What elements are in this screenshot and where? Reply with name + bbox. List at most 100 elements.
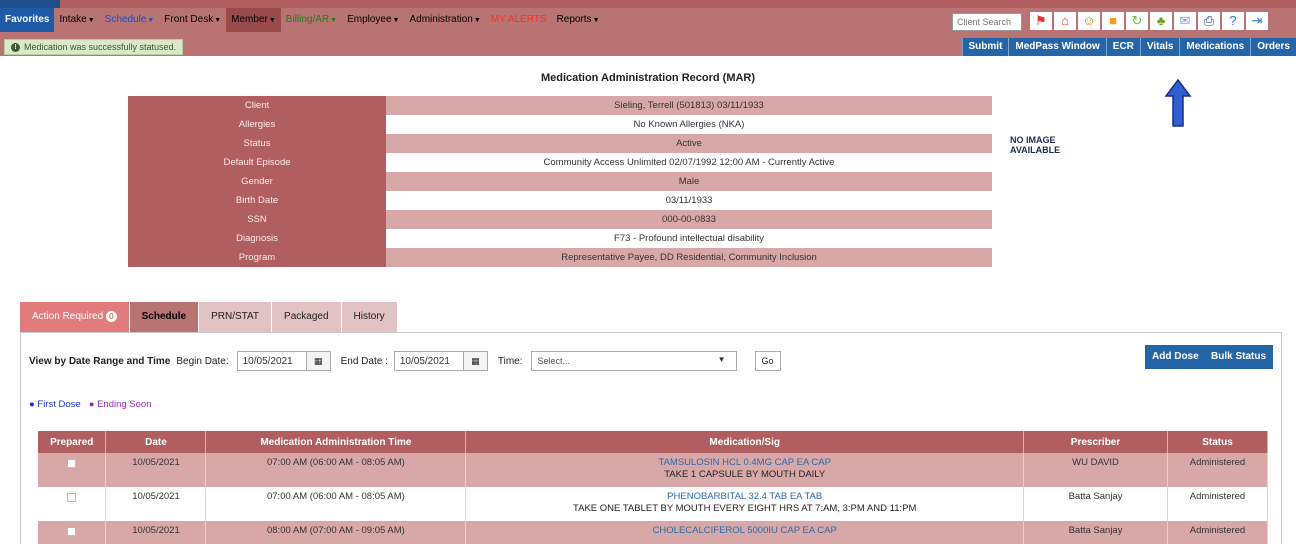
- mail-icon[interactable]: ✉: [1174, 12, 1196, 30]
- prescriber-cell: WU DAVID: [1023, 453, 1168, 487]
- no-image-line1: NO IMAGE: [1010, 135, 1056, 145]
- medication-sig: TAKE ONE TABLET BY MOUTH EVERY EIGHT HRS…: [573, 503, 917, 514]
- tab-schedule[interactable]: Schedule: [129, 302, 200, 332]
- prescriber-cell: Batta Sanjay: [1023, 521, 1168, 544]
- client-info-row: Gender Male: [128, 172, 992, 191]
- column-header[interactable]: Status: [1167, 431, 1268, 453]
- refresh-icon[interactable]: ↻: [1126, 12, 1148, 30]
- action-required-count: 0: [106, 311, 117, 322]
- vitals-button[interactable]: Vitals: [1139, 38, 1180, 56]
- nav-intake-label: Intake: [59, 14, 87, 25]
- ecr-button[interactable]: ECR: [1105, 38, 1140, 56]
- help-icon[interactable]: ?: [1222, 12, 1244, 30]
- main-nav: Favorites Intake▼ Schedule▼ Front Desk▼ …: [0, 8, 1296, 32]
- legend-first-dose: ● First Dose: [29, 399, 81, 410]
- time-select[interactable]: Select... ▼: [530, 351, 737, 371]
- nav-schedule[interactable]: Schedule▼: [100, 8, 160, 32]
- nav-reports[interactable]: Reports▼: [552, 8, 605, 32]
- status-cell: Administered: [1167, 521, 1268, 544]
- caret-down-icon: ▼: [147, 17, 155, 24]
- medication-link[interactable]: CHOLECALCIFEROL 5000IU CAP EA CAP: [653, 525, 837, 536]
- toolbar-icons: ⚑ ⌂ ☺ ■ ↻ ♣ ✉ ⎙ ? ⇥: [1030, 12, 1268, 30]
- calendar-icon[interactable]: ▦: [306, 351, 331, 371]
- caret-down-icon: ▼: [268, 17, 276, 24]
- nav-my-alerts[interactable]: MY ALERTS: [486, 8, 552, 32]
- tab-packaged[interactable]: Packaged: [272, 302, 342, 332]
- medications-button[interactable]: Medications: [1179, 38, 1251, 56]
- table-row: 10/05/2021 07:00 AM (06:00 AM - 08:05 AM)…: [38, 487, 1268, 521]
- calendar-icon[interactable]: ▦: [463, 351, 488, 371]
- tab-prn-stat[interactable]: PRN/STAT: [199, 302, 273, 332]
- begin-date-input[interactable]: [236, 351, 307, 371]
- medication-link[interactable]: PHENOBARBITAL 32.4 TAB EA TAB: [667, 491, 822, 502]
- users-icon[interactable]: ☺: [1078, 12, 1100, 30]
- client-info-value: Representative Payee, DD Residential, Co…: [386, 248, 992, 267]
- tree-icon[interactable]: ♣: [1150, 12, 1172, 30]
- client-info-row: SSN 000-00-0833: [128, 210, 992, 229]
- orders-button[interactable]: Orders: [1250, 38, 1296, 56]
- nav-intake[interactable]: Intake▼: [54, 8, 99, 32]
- action-bar: ! Medication was successfully statused. …: [0, 32, 1296, 56]
- medication-cell: CHOLECALCIFEROL 5000IU CAP EA CAP: [465, 521, 1025, 544]
- legend: ● First Dose ● Ending Soon: [29, 399, 152, 410]
- client-info-value: Community Access Unlimited 02/07/1992 12…: [386, 153, 992, 172]
- column-header[interactable]: Medication Administration Time: [205, 431, 467, 453]
- column-header[interactable]: Date: [105, 431, 207, 453]
- go-button[interactable]: Go: [754, 351, 781, 371]
- client-info-value: Active: [386, 134, 992, 153]
- schedule-panel: View by Date Range and Time Begin Date: …: [20, 332, 1282, 544]
- prepared-checkbox[interactable]: [67, 493, 77, 502]
- medication-cell: TAMSULOSIN HCL 0.4MG CAP EA CAP TAKE 1 CA…: [465, 453, 1025, 487]
- page-title: Medication Administration Record (MAR): [540, 72, 756, 84]
- tab-history[interactable]: History: [341, 302, 398, 332]
- prepared-checkbox[interactable]: [67, 527, 77, 536]
- client-info-label: SSN: [128, 210, 386, 229]
- nav-front-desk-label: Front Desk: [164, 14, 214, 25]
- top-strip: [0, 0, 1296, 8]
- status-cell: Administered: [1167, 487, 1268, 521]
- caret-down-icon: ▼: [392, 17, 400, 24]
- client-search-input[interactable]: [952, 13, 1022, 31]
- nav-front-desk[interactable]: Front Desk▼: [159, 8, 226, 32]
- tab-action-required[interactable]: Action Required 0: [20, 302, 130, 332]
- column-header[interactable]: Medication/Sig: [465, 431, 1025, 453]
- client-info-row: Birth Date 03/11/1933: [128, 191, 992, 210]
- action-buttons: Submit MedPass Window ECR Vitals Medicat…: [961, 38, 1296, 56]
- medication-link[interactable]: TAMSULOSIN HCL 0.4MG CAP EA CAP: [658, 457, 830, 468]
- print-icon[interactable]: ⎙: [1198, 12, 1220, 30]
- time-label: Time:: [497, 355, 523, 367]
- nav-member[interactable]: Member▼: [226, 8, 281, 32]
- bulk-status-button[interactable]: Bulk Status: [1204, 345, 1274, 369]
- table-row: 10/05/2021 07:00 AM (06:00 AM - 08:05 AM)…: [38, 453, 1268, 487]
- client-info-label: Status: [128, 134, 386, 153]
- client-info-label: Birth Date: [128, 191, 386, 210]
- client-info-label: Diagnosis: [128, 229, 386, 248]
- nav-billing[interactable]: Billing/AR▼: [281, 8, 342, 32]
- logout-icon[interactable]: ⇥: [1246, 12, 1268, 30]
- column-header[interactable]: Prescriber: [1023, 431, 1168, 453]
- client-info-label: Default Episode: [128, 153, 386, 172]
- column-header[interactable]: Prepared: [38, 431, 107, 453]
- flag-icon[interactable]: ⚑: [1030, 12, 1052, 30]
- prepared-checkbox[interactable]: [67, 459, 77, 468]
- home-icon[interactable]: ⌂: [1054, 12, 1076, 30]
- nav-employee[interactable]: Employee▼: [342, 8, 404, 32]
- nav-reports-label: Reports: [556, 14, 592, 25]
- medpass-window-button[interactable]: MedPass Window: [1008, 38, 1106, 56]
- nav-member-label: Member: [231, 14, 268, 25]
- add-dose-button[interactable]: Add Dose: [1145, 345, 1206, 369]
- nav-favorites[interactable]: Favorites: [0, 8, 55, 32]
- submit-button[interactable]: Submit: [961, 38, 1009, 56]
- time-select-value: Select...: [537, 356, 571, 366]
- client-info-row: Status Active: [128, 134, 992, 153]
- table-header-row: Prepared Date Medication Administration …: [38, 431, 1268, 453]
- lock-icon[interactable]: ■: [1102, 12, 1124, 30]
- status-cell: Administered: [1167, 453, 1268, 487]
- date-cell: 10/05/2021: [105, 453, 207, 487]
- nav-administration[interactable]: Administration▼: [404, 8, 485, 32]
- client-info-row: Program Representative Payee, DD Resident…: [128, 248, 992, 267]
- client-name-link[interactable]: Sieling, Terrell (501813) 03/11/1933: [386, 96, 992, 115]
- caret-down-icon: ▼: [214, 17, 222, 24]
- client-info-label: Program: [128, 248, 386, 267]
- end-date-input[interactable]: [393, 351, 464, 371]
